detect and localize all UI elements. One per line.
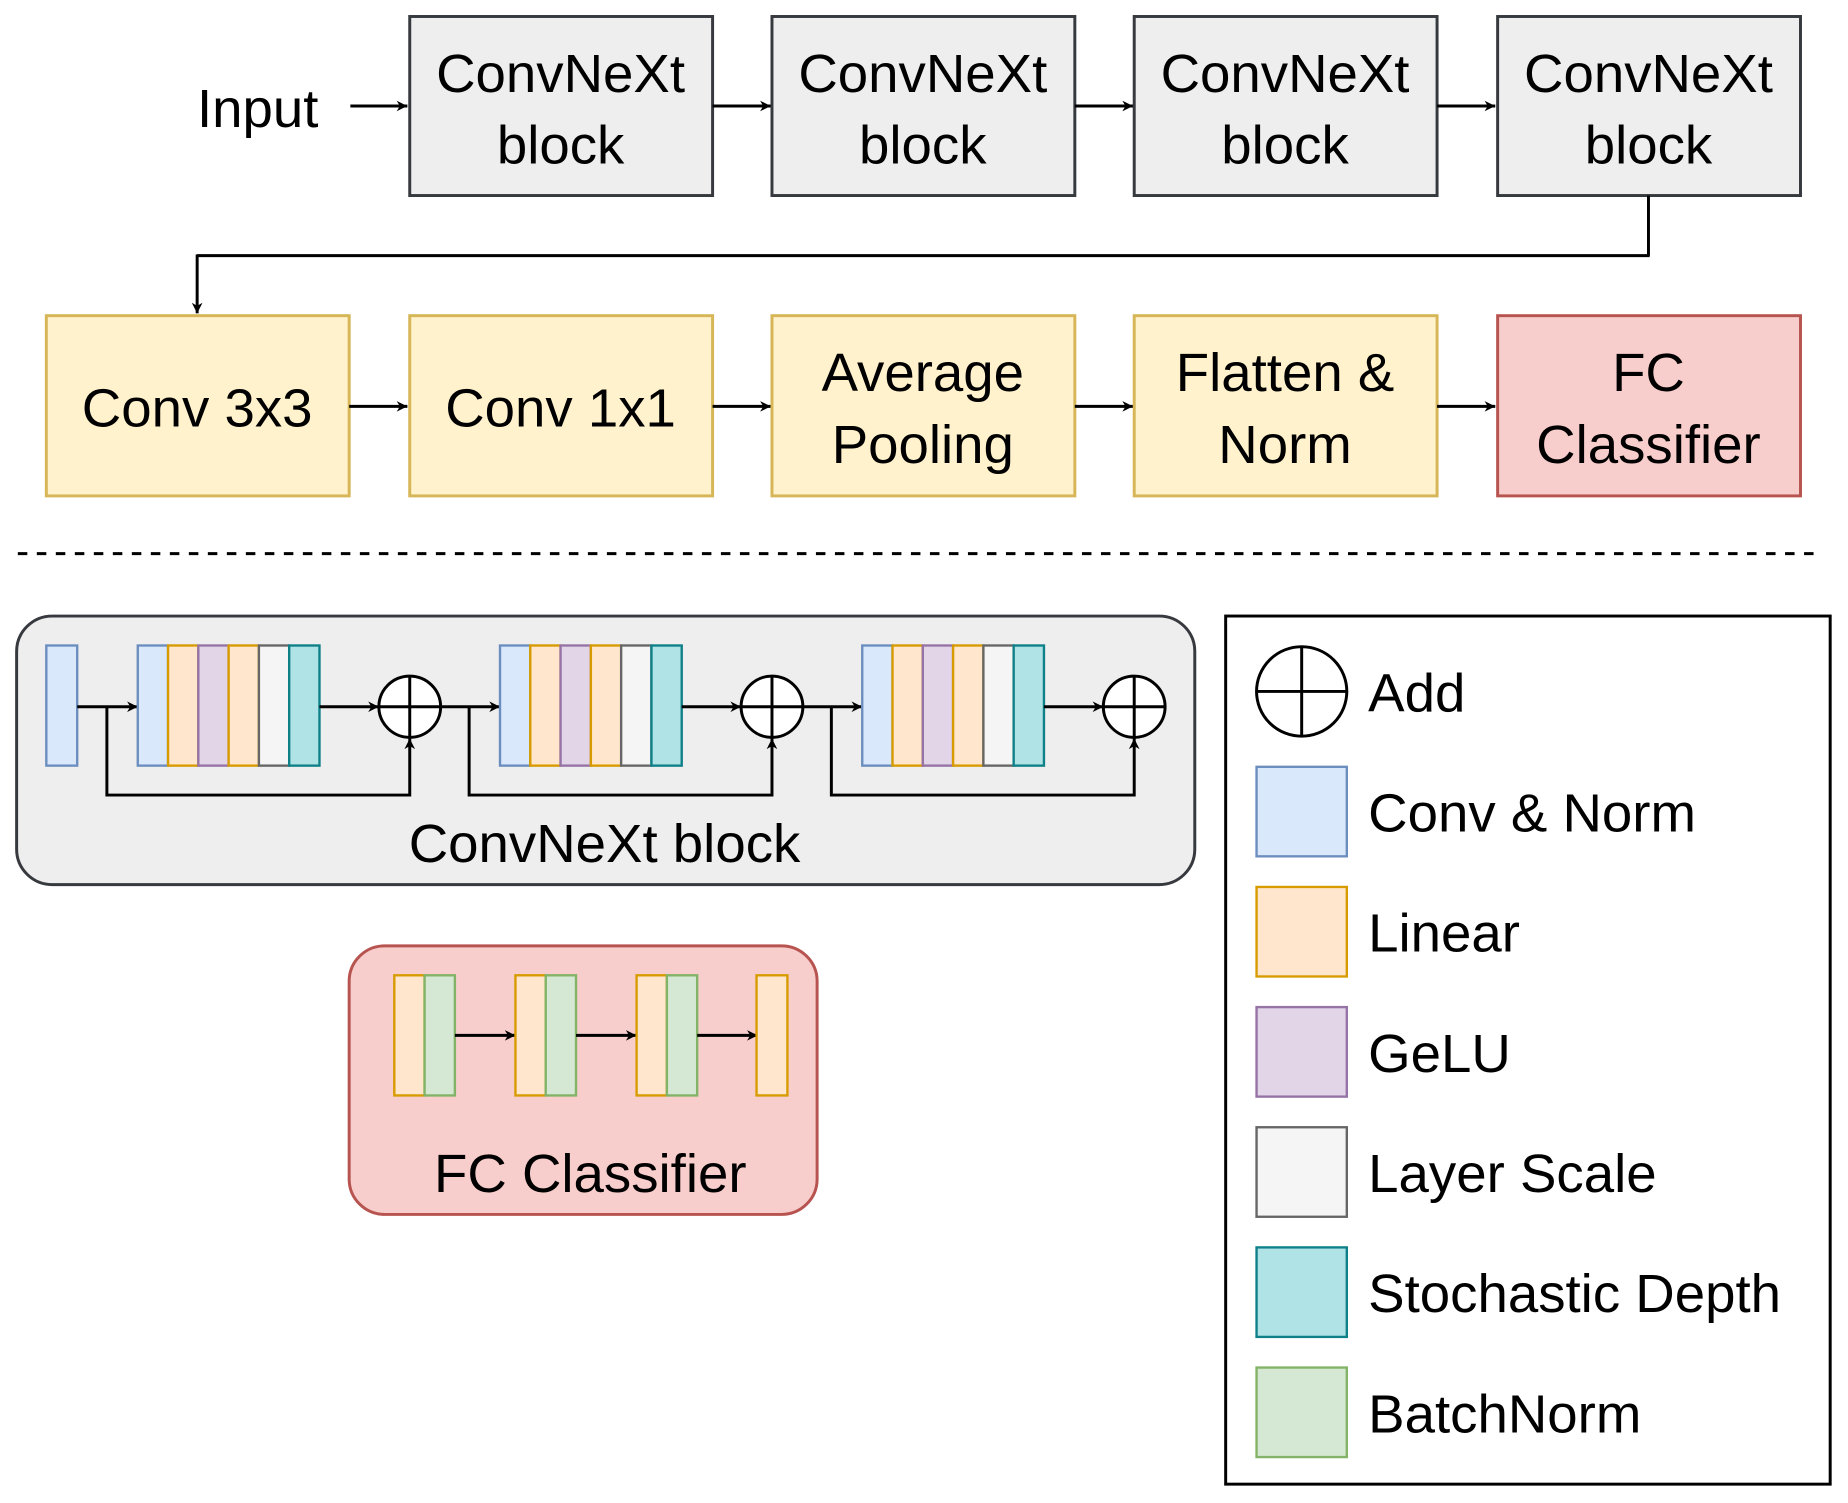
stage-label-line1: Average [822, 342, 1024, 403]
stochastic-depth-layer [1255, 1246, 1348, 1339]
linear-layer [1255, 885, 1348, 978]
layer-scale-layer [619, 644, 653, 767]
layer-scale-layer [982, 644, 1015, 767]
legend-label: Stochastic Depth [1368, 1263, 1781, 1324]
legend-label: Add [1368, 663, 1465, 724]
linear-layer [635, 974, 669, 1097]
block-label-line1: ConvNeXt [1524, 43, 1773, 104]
input-label: Input [197, 78, 318, 139]
batchnorm-layer [1255, 1366, 1348, 1459]
stage-label: Conv 1x1 [445, 378, 676, 439]
stage-label-line1: FC [1612, 342, 1685, 403]
linear-layer [891, 644, 924, 767]
convnext-architecture-diagram: Input ConvNeXt block ConvNeXt block ConvNeXt… [15, 15, 1832, 1486]
linear-layer [755, 974, 789, 1097]
linear-layer [393, 974, 426, 1097]
stage-label-line2: Classifier [1536, 414, 1761, 475]
linear-layer [227, 644, 261, 767]
batchnorm-layer [544, 974, 578, 1097]
conv-norm-layer [45, 644, 79, 767]
fc-classifier-label: FC Classifier [434, 1143, 747, 1204]
batchnorm-layer [665, 974, 699, 1097]
convnext-block-label: ConvNeXt block [409, 813, 801, 874]
block-label-line2: block [1585, 115, 1713, 176]
block-label-line2: block [497, 115, 625, 176]
conv-norm-layer [861, 644, 894, 767]
gelu-layer [921, 644, 955, 767]
block-label-line1: ConvNeXt [436, 43, 685, 104]
block-label-line2: block [859, 115, 987, 176]
convnext-block-detail: ConvNeXt block [15, 614, 1197, 887]
layer-scale-layer [257, 644, 291, 767]
stage-label-line2: Pooling [832, 414, 1014, 475]
linear-layer [589, 644, 623, 767]
second-row: Conv 3x3 Conv 1x1 Average Pooling Flatten & N… [44, 314, 1802, 498]
gelu-layer [559, 644, 593, 767]
stage-label-line2: Norm [1218, 414, 1352, 475]
gelu-layer [1255, 1005, 1348, 1098]
linear-layer [514, 974, 547, 1097]
fc-classifier-detail: FC Classifier [347, 944, 819, 1216]
layer-scale-layer [1255, 1126, 1348, 1218]
stage-label: Conv 3x3 [82, 378, 313, 439]
top-row: Input ConvNeXt block ConvNeXt block ConvNeXt… [197, 15, 1802, 198]
block-label-line2: block [1221, 115, 1349, 176]
linear-layer [529, 644, 562, 767]
conv-norm-layer [498, 644, 532, 767]
legend-label: BatchNorm [1368, 1384, 1641, 1445]
linear-layer [951, 644, 985, 767]
conv-norm-layer [136, 644, 170, 767]
legend-label: Linear [1368, 903, 1520, 964]
stochastic-depth-layer [650, 644, 683, 767]
block-label-line1: ConvNeXt [1161, 43, 1410, 104]
legend: Add Conv & Norm Linear GeLU Layer Scale Stoch… [1224, 614, 1832, 1486]
stochastic-depth-layer [288, 644, 321, 767]
stage-label-line1: Flatten & [1176, 342, 1395, 403]
legend-label: Layer Scale [1368, 1143, 1656, 1204]
conv-norm-layer [1255, 765, 1348, 858]
batchnorm-layer [423, 974, 457, 1097]
legend-label: Conv & Norm [1368, 783, 1696, 844]
block-label-line1: ConvNeXt [798, 43, 1047, 104]
linear-layer [166, 644, 200, 767]
gelu-layer [197, 644, 230, 767]
legend-label: GeLU [1368, 1023, 1511, 1084]
stochastic-depth-layer [1012, 644, 1046, 767]
